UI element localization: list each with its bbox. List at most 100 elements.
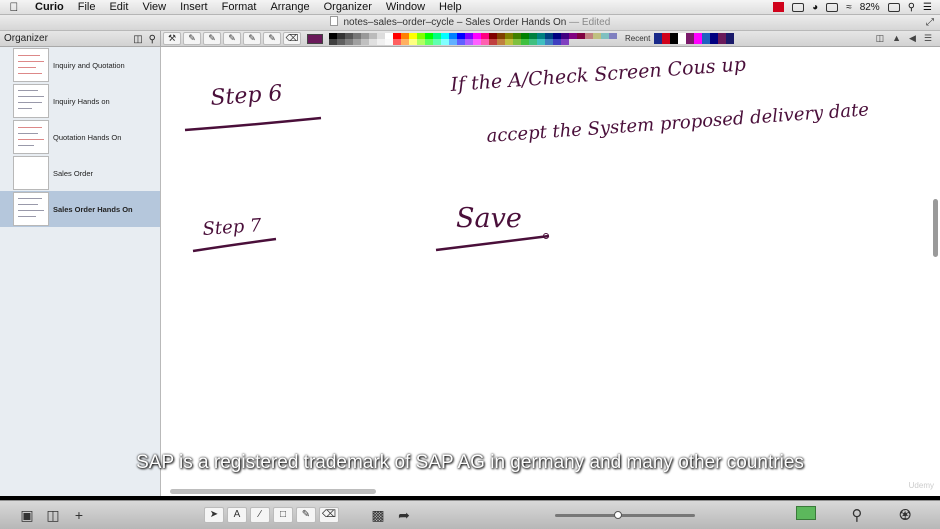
record-icon[interactable] [773,2,785,12]
menu-edit[interactable]: Edit [102,1,135,13]
display-icon[interactable] [826,2,839,12]
palette-swatch[interactable] [513,38,521,45]
sidebar-item-inquiry-hands-on[interactable]: Inquiry Hands on [0,83,160,119]
palette-swatch[interactable] [441,38,449,45]
pin-icon[interactable]: ▲ [892,33,901,44]
vertical-scrollbar[interactable] [933,199,938,257]
briefcase-icon[interactable]: ▣ [14,507,40,524]
horizontal-scrollbar[interactable] [170,489,376,494]
image-icon[interactable]: ▩ [365,507,391,524]
inspector-icon[interactable]: ☰ [924,33,932,44]
spotlight-search-icon[interactable]: ⚲ [908,2,915,13]
wifi-icon[interactable]: ≈ [846,2,852,13]
menu-organizer[interactable]: Organizer [317,1,379,13]
palette-swatch[interactable] [377,38,385,45]
eraser-icon[interactable]: ⌫ [319,507,339,523]
palette-swatch[interactable] [425,38,433,45]
menu-insert[interactable]: Insert [173,1,215,13]
back-arrow-icon[interactable]: ◀ [909,33,916,44]
palette-swatch[interactable] [369,38,377,45]
palette-swatch[interactable] [465,38,473,45]
palette-swatch[interactable] [409,38,417,45]
palette-swatch[interactable] [585,32,593,39]
notification-center-icon[interactable]: ☰ [923,2,932,13]
palette-swatch[interactable] [401,38,409,45]
line-tool-icon[interactable]: ∕ [250,507,270,523]
palette-swatch[interactable] [521,38,529,45]
palette-swatch[interactable] [505,38,513,45]
palette-swatch[interactable] [481,38,489,45]
palette-swatch[interactable] [329,38,337,45]
select-arrow-icon[interactable]: ➤ [204,507,224,523]
palette-swatch[interactable] [553,38,561,45]
palette-swatch[interactable] [497,38,505,45]
page-layout-icon[interactable]: ◫ [40,507,66,524]
menu-file[interactable]: File [71,1,103,13]
eraser-tool-icon[interactable]: ⌫ [283,32,301,45]
library-icon[interactable]: ♼ [899,506,912,524]
palette-swatch[interactable] [601,32,609,39]
pen-tool-3-icon[interactable]: ✎ [223,32,241,45]
sidebar-item-sales-order[interactable]: Sales Order [0,155,160,191]
recent-colors[interactable] [654,33,735,44]
recent-color-swatch[interactable] [654,33,663,44]
pen-tool-2-icon[interactable]: ✎ [203,32,221,45]
text-tool-icon[interactable]: A [227,507,247,523]
binoculars-icon[interactable]: ◕ [812,2,818,13]
zoom-slider-thumb[interactable] [613,510,622,519]
sidebar-toggle-icon[interactable]: ◫ [133,32,142,48]
palette-swatch[interactable] [449,38,457,45]
shape-tool-icon[interactable]: □ [273,507,293,523]
share-icon[interactable]: ➦ [391,507,417,524]
palette-swatch[interactable] [353,38,361,45]
palette-swatch[interactable] [385,38,393,45]
wrench-tool-icon[interactable]: ⚒ [163,32,181,45]
recent-color-swatch[interactable] [726,33,735,44]
palette-swatch[interactable] [609,32,617,39]
pen-tool-5-icon[interactable]: ✎ [263,32,281,45]
palette-swatch[interactable] [569,32,577,39]
spreadsheet-icon[interactable] [795,506,816,520]
sidebar-item-inquiry-and-quotation[interactable]: Inquiry and Quotation [0,47,160,83]
palette-swatch[interactable] [473,38,481,45]
palette-swatch[interactable] [537,38,545,45]
palette-swatch[interactable] [417,38,425,45]
battery-status-icon[interactable] [792,2,805,12]
menu-help[interactable]: Help [432,1,469,13]
organizer-search-icon[interactable]: ⚲ [149,32,156,48]
palette-swatch[interactable] [337,38,345,45]
pen-tool-icon[interactable]: ✎ [296,507,316,523]
recent-color-swatch[interactable] [694,33,703,44]
palette-swatch[interactable] [577,32,585,39]
app-menu[interactable]: Curio [28,1,71,13]
recent-color-swatch[interactable] [662,33,671,44]
zoom-slider[interactable] [555,510,695,519]
selected-color-swatch[interactable] [307,33,323,44]
battery-percent[interactable]: 82% [860,2,880,13]
add-page-icon[interactable]: + [66,507,92,523]
recent-color-swatch[interactable] [678,33,687,44]
note-canvas[interactable]: Step 6 If the A/Check Screen Cous up acc… [161,47,940,496]
palette-swatch[interactable] [489,38,497,45]
recent-color-swatch[interactable] [702,33,711,44]
apple-menu-icon[interactable]:  [0,0,28,14]
palette-swatch[interactable] [561,38,569,45]
sidebar-item-quotation-hands-on[interactable]: Quotation Hands On [0,119,160,155]
palette-swatch[interactable] [457,38,465,45]
sidebar-item-sales-order-hands-on[interactable]: Sales Order Hands On [0,191,160,227]
palette-swatch[interactable] [545,38,553,45]
palette-swatch[interactable] [361,38,369,45]
fullscreen-icon[interactable]: ⤢ [926,15,934,31]
color-palette[interactable] [329,32,617,45]
recent-color-swatch[interactable] [686,33,695,44]
menu-format[interactable]: Format [215,1,264,13]
palette-swatch[interactable] [433,38,441,45]
pen-tool-1-icon[interactable]: ✎ [183,32,201,45]
palette-swatch[interactable] [393,38,401,45]
menu-window[interactable]: Window [379,1,432,13]
pen-tool-4-icon[interactable]: ✎ [243,32,261,45]
recent-color-swatch[interactable] [670,33,679,44]
recent-color-swatch[interactable] [710,33,719,44]
menu-view[interactable]: View [135,1,173,13]
battery-icon[interactable] [887,2,900,12]
